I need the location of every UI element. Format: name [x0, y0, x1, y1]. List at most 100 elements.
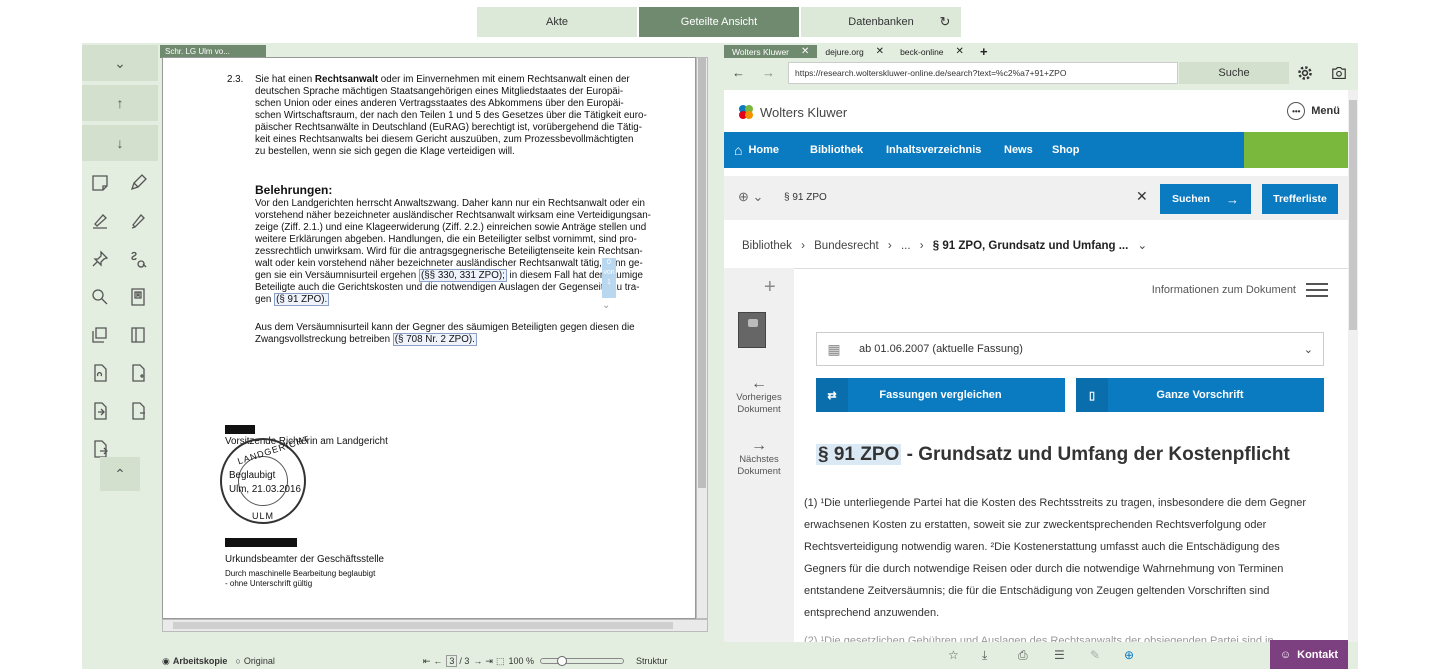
last-page-icon[interactable]: ⇥: [485, 656, 493, 667]
collapse-button[interactable]: ⌄: [82, 45, 158, 81]
chevron-down-icon[interactable]: ⌄: [1138, 240, 1148, 252]
search-icon[interactable]: [88, 285, 112, 309]
nav-shop[interactable]: Shop: [1052, 132, 1080, 168]
document-add-icon[interactable]: [126, 361, 150, 385]
paragraph-search-icon[interactable]: [126, 247, 150, 271]
suchen-button[interactable]: Suchen →: [1160, 184, 1251, 214]
tab-datenbanken[interactable]: Datenbanken ↻: [801, 7, 961, 37]
document-forward-icon[interactable]: [126, 399, 150, 423]
note-icon[interactable]: [88, 171, 112, 195]
next-page-icon[interactable]: →: [473, 656, 482, 666]
browser-tab-beck[interactable]: beck-online ✕: [892, 45, 972, 58]
highlighter-alt-icon[interactable]: [126, 209, 150, 233]
scroll-up-button[interactable]: ↑: [82, 85, 158, 121]
scroll-thumb[interactable]: [698, 58, 706, 488]
menu-button[interactable]: ••• Menü: [1287, 102, 1340, 120]
zoom-slider-handle[interactable]: [557, 656, 567, 666]
fassungen-vergleichen-button[interactable]: ⇄ Fassungen vergleichen: [816, 378, 1065, 412]
next-document-link[interactable]: → Nächstes Dokument: [730, 438, 788, 478]
belehrung-line: zeige (Ziff. 2.1.) und eine Klageerwider…: [255, 222, 647, 233]
bookmark-doc-icon[interactable]: [126, 285, 150, 309]
breadcrumb-current[interactable]: § 91 ZPO, Grundsatz und Umfang ...: [933, 240, 1129, 252]
arbeitskopie-label: Arbeitskopie: [172, 656, 228, 666]
close-icon[interactable]: ✕: [876, 46, 884, 57]
ganze-vorschrift-button[interactable]: ▯ Ganze Vorschrift: [1076, 378, 1324, 412]
clear-icon[interactable]: ✕: [1136, 188, 1148, 205]
back-arrow-icon[interactable]: ←: [732, 65, 745, 80]
browser-tab-dejure[interactable]: dejure.org ✕: [817, 45, 892, 58]
breadcrumb-ellipsis[interactable]: ...: [901, 240, 911, 252]
plus-icon[interactable]: +: [764, 276, 776, 299]
browser-url-bar: ← → https://research.wolterskluwer-onlin…: [724, 59, 1358, 88]
close-icon[interactable]: ✕: [801, 46, 809, 57]
document-horizontal-scrollbar[interactable]: [162, 619, 708, 632]
first-page-icon[interactable]: ⇤: [423, 656, 431, 667]
url-input[interactable]: https://research.wolterskluwer-online.de…: [788, 62, 1178, 84]
search-options-icon[interactable]: ⊕ ⌄: [738, 189, 763, 205]
refresh-icon[interactable]: ↻: [929, 7, 961, 37]
prev-page-icon[interactable]: ←: [433, 656, 442, 666]
book-icon[interactable]: [738, 312, 766, 348]
radio-arbeitskopie-icon[interactable]: ◉: [162, 656, 170, 667]
zoom-slider[interactable]: [540, 656, 624, 666]
chevron-right-icon: ›: [919, 240, 924, 252]
fassung-dropdown[interactable]: ▦ ab 01.06.2007 (aktuelle Fassung) ⌄: [816, 332, 1324, 366]
document-page: 2.3. Sie hat einen Rechtsanwalt oder im …: [162, 57, 696, 619]
breadcrumb-bibliothek[interactable]: Bibliothek: [742, 240, 792, 252]
scroll-thumb[interactable]: [1349, 100, 1357, 330]
zoom-in-icon[interactable]: ⊕: [1124, 648, 1134, 662]
scroll-down-button[interactable]: ↓: [82, 125, 158, 161]
print-icon[interactable]: ⎙: [1018, 648, 1028, 663]
nav-inhaltsverzeichnis[interactable]: Inhaltsverzeichnis: [886, 132, 981, 168]
page-input[interactable]: 3: [446, 655, 458, 667]
copy-icon[interactable]: [88, 323, 112, 347]
close-icon[interactable]: ✕: [956, 46, 964, 57]
belehrung-line: gen sie ein Versäumnisurteil ergehen (§§…: [255, 269, 643, 282]
document-link-icon[interactable]: [88, 361, 112, 385]
struktur-label[interactable]: Struktur: [636, 656, 668, 666]
more-icon: •••: [1287, 102, 1306, 120]
scroll-thumb[interactable]: [173, 622, 673, 629]
fit-page-icon[interactable]: ⬚: [496, 656, 505, 667]
breadcrumb-bundesrecht[interactable]: Bundesrecht: [814, 240, 879, 252]
trefferliste-button[interactable]: Trefferliste: [1262, 184, 1338, 214]
document-vertical-scrollbar[interactable]: [696, 57, 708, 619]
tab-geteilte-ansicht[interactable]: Geteilte Ansicht: [639, 7, 799, 37]
radio-original-icon[interactable]: ○: [235, 656, 240, 666]
download-icon[interactable]: ⤓: [982, 648, 987, 663]
law-link-330[interactable]: (§§ 330, 331 ZPO);: [418, 269, 507, 282]
law-link-91[interactable]: (§ 91 ZPO).: [274, 293, 330, 306]
website-scrollbar[interactable]: [1348, 90, 1358, 642]
nav-news[interactable]: News: [1004, 132, 1033, 168]
browser-tab-wolters-kluwer[interactable]: Wolters Kluwer ✕: [724, 45, 818, 58]
pin-icon[interactable]: [88, 247, 112, 271]
hamburger-icon[interactable]: [1306, 283, 1328, 297]
wolters-kluwer-logo[interactable]: Wolters Kluwer: [738, 104, 847, 120]
screenshot-icon[interactable]: [1328, 62, 1350, 84]
highlighter-icon[interactable]: [88, 209, 112, 233]
forward-arrow-icon[interactable]: →: [762, 65, 775, 80]
split-view-icon[interactable]: [126, 323, 150, 347]
law-paragraph-1: (1) ¹Die unterliegende Partei hat die Ko…: [804, 497, 1307, 619]
expand-up-button[interactable]: ⌃: [100, 457, 140, 491]
star-icon[interactable]: ☆: [948, 648, 959, 662]
law-link-708[interactable]: (§ 708 Nr. 2 ZPO).: [392, 333, 477, 346]
original-label: Original: [243, 656, 275, 666]
auth-note: - ohne Unterschrift gültig: [225, 579, 313, 588]
search-input[interactable]: § 91 ZPO: [776, 184, 1156, 212]
gear-icon[interactable]: [1294, 62, 1316, 84]
new-tab-icon[interactable]: +: [972, 44, 996, 59]
document-side-column: + ← Vorheriges Dokument → Nächstes Dokumen…: [724, 268, 794, 642]
url-search-button[interactable]: Suche: [1179, 62, 1289, 84]
nav-home[interactable]: ⌂ Home: [734, 132, 779, 168]
list-icon[interactable]: ☰: [1054, 648, 1065, 662]
chevron-down-icon[interactable]: ⌄: [602, 300, 610, 311]
pen-icon[interactable]: [126, 171, 150, 195]
document-export-icon[interactable]: [88, 399, 112, 423]
kontakt-button[interactable]: ☺ Kontakt: [1270, 640, 1348, 669]
document-info[interactable]: Informationen zum Dokument: [1152, 283, 1328, 297]
nav-bibliothek[interactable]: Bibliothek: [810, 132, 863, 168]
tab-akte[interactable]: Akte: [477, 7, 637, 37]
prev-document-link[interactable]: ← Vorheriges Dokument: [730, 376, 788, 416]
highlight-icon[interactable]: ✎: [1090, 648, 1100, 662]
